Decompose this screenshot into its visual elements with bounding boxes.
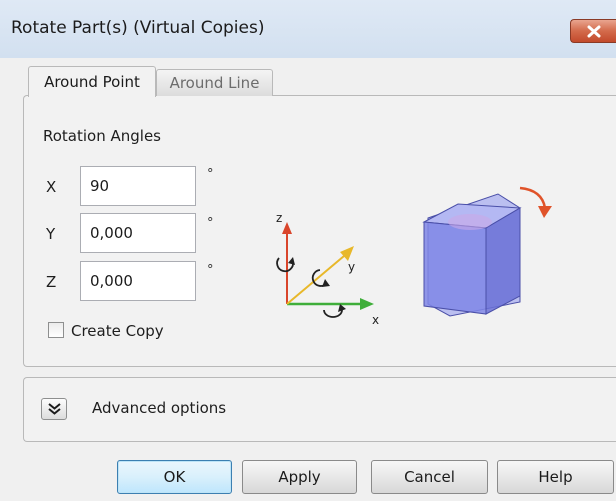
z-axis-diagram-label: z [276, 211, 282, 225]
title-bar: Rotate Part(s) (Virtual Copies) [0, 0, 616, 58]
apply-button[interactable]: Apply [242, 460, 357, 494]
help-button[interactable]: Help [497, 460, 614, 494]
close-icon [587, 25, 601, 38]
advanced-options-label: Advanced options [92, 399, 227, 417]
x-axis-label: X [46, 178, 57, 196]
rotation-angles-label: Rotation Angles [43, 127, 162, 145]
double-chevron-down-icon [48, 403, 61, 415]
tab-around-line[interactable]: Around Line [156, 69, 273, 96]
z-degree-symbol: ° [207, 263, 214, 278]
y-axis-label: Y [46, 225, 56, 243]
ok-button[interactable]: OK [117, 460, 232, 494]
window-title: Rotate Part(s) (Virtual Copies) [11, 18, 265, 38]
create-copy-checkbox[interactable] [48, 322, 64, 338]
tab-around-point[interactable]: Around Point [28, 66, 156, 97]
rotate-dialog: Rotate Part(s) (Virtual Copies) Around P… [0, 0, 616, 501]
x-axis-diagram-label: x [372, 313, 379, 327]
x-angle-input[interactable] [80, 166, 196, 206]
cancel-button[interactable]: Cancel [371, 460, 488, 494]
x-degree-symbol: ° [207, 167, 214, 182]
rotating-cube-icon [422, 186, 552, 317]
z-angle-input[interactable] [80, 261, 196, 301]
y-angle-input[interactable] [80, 213, 196, 253]
y-degree-symbol: ° [207, 216, 214, 231]
close-button[interactable] [570, 19, 616, 43]
axes-diagram-icon: z x y [276, 211, 379, 327]
y-axis-diagram-label: y [348, 260, 355, 274]
advanced-expand-button[interactable] [41, 398, 67, 420]
z-axis-label: Z [46, 273, 57, 291]
create-copy-label: Create Copy [71, 322, 164, 340]
